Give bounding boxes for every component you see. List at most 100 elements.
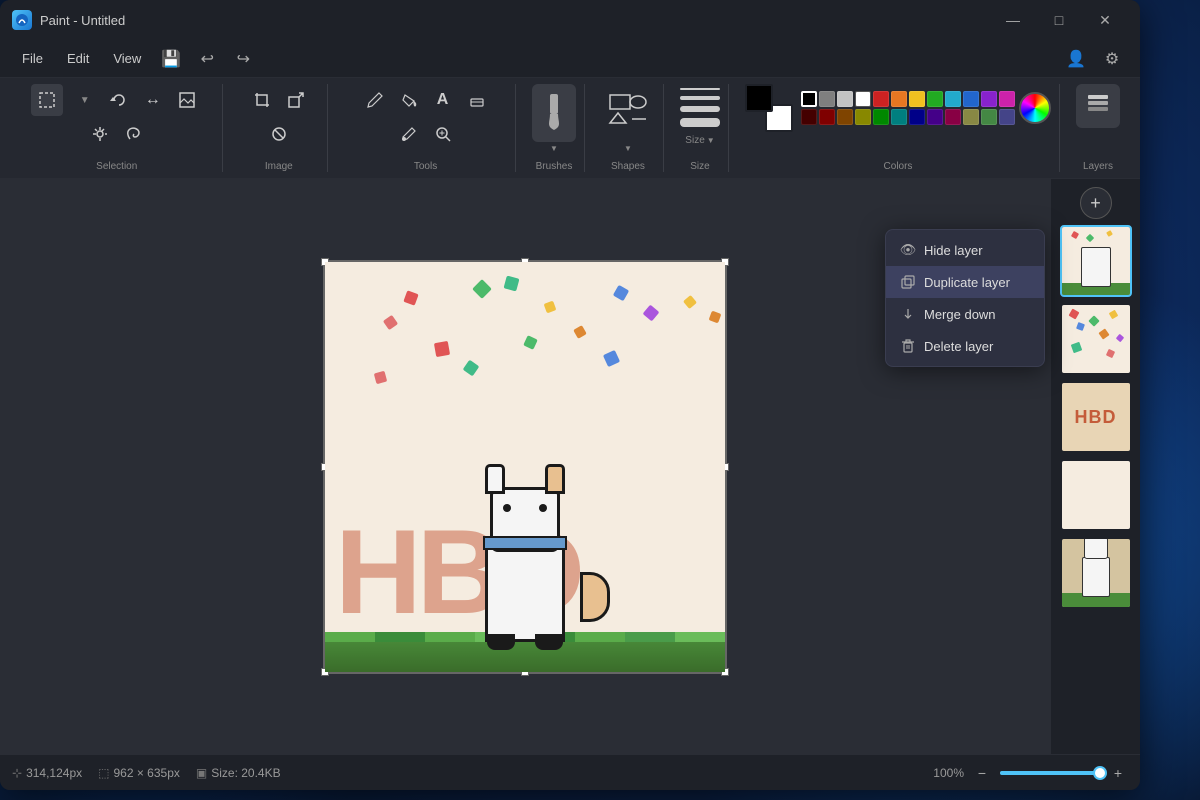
- color-sage[interactable]: [981, 109, 997, 125]
- brushes-dropdown-arrow[interactable]: ▼: [550, 144, 558, 153]
- color-darkred[interactable]: [801, 109, 817, 125]
- size-4[interactable]: [680, 118, 720, 127]
- flip-button[interactable]: ↔: [137, 84, 169, 116]
- color-primary[interactable]: [745, 84, 773, 112]
- merge-icon: [900, 306, 916, 322]
- color-navy[interactable]: [909, 109, 925, 125]
- shapes-display: [601, 84, 655, 142]
- brushes-main-btn[interactable]: [532, 84, 576, 142]
- menu-edit[interactable]: Edit: [57, 47, 99, 70]
- eraser-tool[interactable]: [461, 84, 493, 116]
- merge-down-item[interactable]: Merge down: [886, 298, 1044, 330]
- layer-2-thumb[interactable]: [1060, 303, 1132, 375]
- color-teal[interactable]: [945, 91, 961, 107]
- color-darkmagenta[interactable]: [945, 109, 961, 125]
- zoom-minus-button[interactable]: −: [972, 763, 992, 783]
- color-orange[interactable]: [891, 91, 907, 107]
- maximize-button[interactable]: □: [1036, 4, 1082, 36]
- color-green[interactable]: [927, 91, 943, 107]
- layers-label: Layers: [1083, 157, 1113, 172]
- zoom-tool[interactable]: [427, 118, 459, 150]
- color-darkgreen[interactable]: [873, 109, 889, 125]
- color-pick-tool[interactable]: [393, 118, 425, 150]
- size-label: Size: [690, 157, 709, 172]
- merge-down-label: Merge down: [924, 307, 996, 322]
- delete-layer-item[interactable]: Delete layer: [886, 330, 1044, 362]
- brushes-group: ▼ Brushes: [524, 84, 585, 172]
- zoom-plus-button[interactable]: +: [1108, 763, 1128, 783]
- color-tan[interactable]: [963, 109, 979, 125]
- confetti-12: [603, 349, 620, 366]
- file-size: ▣ Size: 20.4KB: [196, 766, 281, 780]
- close-button[interactable]: ✕: [1082, 4, 1128, 36]
- rotate-button[interactable]: [103, 84, 135, 116]
- minimize-button[interactable]: —: [990, 4, 1036, 36]
- confetti-5: [383, 314, 398, 329]
- color-brown[interactable]: [837, 109, 853, 125]
- magic-select-button[interactable]: [84, 118, 116, 150]
- dimensions-icon: ⬚: [98, 766, 109, 780]
- color-olive[interactable]: [855, 109, 871, 125]
- layer-4-thumb[interactable]: [1060, 459, 1132, 531]
- shapes-dropdown-arrow[interactable]: ▼: [624, 144, 632, 153]
- grass-bg: [325, 637, 725, 672]
- hide-layer-item[interactable]: 👁 Hide layer: [886, 234, 1044, 266]
- color-purple[interactable]: [981, 91, 997, 107]
- color-white[interactable]: [855, 91, 871, 107]
- menu-file[interactable]: File: [12, 47, 53, 70]
- lasso-button[interactable]: [118, 118, 150, 150]
- color-slate[interactable]: [999, 109, 1015, 125]
- settings-icon[interactable]: ⚙: [1096, 45, 1128, 73]
- menu-view[interactable]: View: [103, 47, 151, 70]
- resize-button[interactable]: [280, 84, 312, 116]
- size-1[interactable]: [680, 88, 720, 90]
- image-dimensions: ⬚ 962 × 635px: [98, 766, 180, 780]
- layer-3-thumb[interactable]: HBD: [1060, 381, 1132, 453]
- bg-remove-button[interactable]: [263, 118, 295, 150]
- color-wheel-button[interactable]: [1019, 92, 1051, 124]
- color-row-1: [801, 91, 1015, 107]
- selection-down-button[interactable]: ▼: [69, 84, 101, 116]
- title-bar: Paint - Untitled — □ ✕: [0, 0, 1140, 40]
- colors-group: Colors: [737, 84, 1060, 172]
- layers-button[interactable]: [1076, 84, 1120, 128]
- layer-5-thumb[interactable]: [1060, 537, 1132, 609]
- color-darkteal[interactable]: [891, 109, 907, 125]
- color-maroon[interactable]: [819, 109, 835, 125]
- color-yellow[interactable]: [909, 91, 925, 107]
- confetti-6: [504, 275, 520, 291]
- image-button[interactable]: [171, 84, 203, 116]
- color-lightgray[interactable]: [837, 91, 853, 107]
- size-dropdown[interactable]: Size ▼: [685, 135, 714, 146]
- color-magenta[interactable]: [999, 91, 1015, 107]
- text-tool[interactable]: A: [427, 84, 459, 116]
- zoom-thumb[interactable]: [1093, 766, 1107, 780]
- size-3[interactable]: [680, 106, 720, 112]
- confetti-14: [374, 370, 387, 383]
- fill-tool[interactable]: [393, 84, 425, 116]
- undo-button[interactable]: ↩: [191, 45, 223, 73]
- redo-button[interactable]: ↪: [227, 45, 259, 73]
- confetti-4: [613, 284, 629, 300]
- color-red[interactable]: [873, 91, 889, 107]
- account-icon[interactable]: 👤: [1060, 45, 1092, 73]
- image-group: Image: [231, 84, 329, 172]
- add-layer-button[interactable]: +: [1080, 187, 1112, 219]
- pencil-tool[interactable]: [359, 84, 391, 116]
- color-black[interactable]: [801, 91, 817, 107]
- confetti-2: [472, 279, 492, 299]
- image-label: Image: [265, 157, 293, 172]
- color-blue[interactable]: [963, 91, 979, 107]
- crop-button[interactable]: [246, 84, 278, 116]
- color-darkpurple[interactable]: [927, 109, 943, 125]
- size-2[interactable]: [680, 96, 720, 100]
- colors-label: Colors: [745, 161, 1051, 172]
- paint-window: Paint - Untitled — □ ✕ File Edit View 💾 …: [0, 0, 1140, 790]
- layer-1-thumb[interactable]: [1060, 225, 1132, 297]
- save-button[interactable]: 💾: [155, 45, 187, 73]
- menu-bar: File Edit View 💾 ↩ ↪ 👤 ⚙: [0, 40, 1140, 78]
- selection-rect-button[interactable]: [31, 84, 63, 116]
- zoom-slider[interactable]: [1000, 771, 1100, 775]
- duplicate-layer-item[interactable]: Duplicate layer: [886, 266, 1044, 298]
- color-gray[interactable]: [819, 91, 835, 107]
